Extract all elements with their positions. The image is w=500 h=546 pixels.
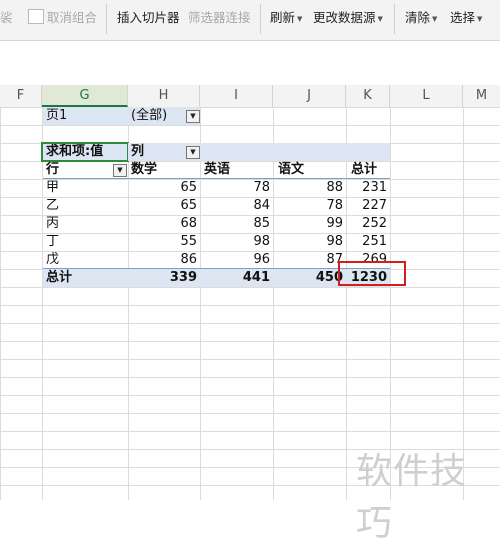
grand-total-cell: 339 [128, 269, 200, 287]
col-header-total: 总计 [351, 162, 378, 177]
table-cell: 78 [253, 180, 270, 195]
clear-button[interactable]: 清除 ▼ [405, 0, 437, 36]
table-cell: 96 [253, 252, 270, 267]
table-cell: 231 [362, 180, 387, 195]
watermark-text: 软件技巧 [356, 451, 468, 544]
chevron-down-icon: ▼ [477, 15, 483, 23]
select-button[interactable]: 选择 ▼ [450, 0, 482, 36]
ribbon-separator [260, 4, 261, 34]
column-header-h[interactable]: H [128, 85, 200, 107]
column-header-l[interactable]: L [390, 85, 463, 107]
column-header-g[interactable]: G [42, 85, 128, 107]
highlight-box [338, 261, 406, 286]
chevron-down-icon: ▼ [432, 15, 438, 23]
row-label: 甲 [46, 180, 60, 195]
row-label: 丁 [46, 234, 60, 249]
table-cell: 252 [362, 216, 387, 231]
chevron-down-icon: ▼ [297, 15, 303, 23]
table-cell: 78 [326, 198, 343, 213]
row-label: 戊 [46, 252, 60, 267]
column-header-bar: F G H I J K L M [0, 85, 500, 108]
grand-total-cell: 441 [200, 269, 273, 287]
table-cell: 86 [180, 252, 197, 267]
column-header-i[interactable]: I [200, 85, 273, 107]
table-cell: 65 [180, 180, 197, 195]
page-filter-dropdown-icon[interactable]: ▼ [186, 110, 200, 123]
chevron-down-icon: ▼ [377, 15, 383, 23]
filter-connections-button[interactable]: 筛选器连接 [188, 0, 251, 36]
column-header-j[interactable]: J [273, 85, 346, 107]
active-cell-outline [41, 142, 129, 162]
ribbon-toolbar: 裟 取消组合 插入切片器 筛选器连接 刷新 ▼ 更改数据源 ▼ 清除 ▼ 选择 ▼ [0, 0, 500, 41]
col-header-math: 数学 [131, 162, 158, 177]
table-cell: 88 [326, 180, 343, 195]
column-header-m[interactable]: M [463, 85, 500, 107]
gridline [346, 107, 347, 500]
table-cell: 227 [362, 198, 387, 213]
gridline [273, 107, 274, 500]
ribbon-separator [106, 4, 107, 34]
gridline [200, 107, 201, 500]
grand-total-label: 总计 [43, 269, 128, 287]
refresh-button[interactable]: 刷新 ▼ [270, 0, 302, 36]
row-filter-dropdown-icon[interactable]: ▼ [113, 164, 127, 177]
change-data-source-button[interactable]: 更改数据源 ▼ [313, 0, 383, 36]
table-cell: 65 [180, 198, 197, 213]
insert-slicer-button[interactable]: 插入切片器 [117, 0, 180, 36]
ribbon-separator [394, 4, 395, 34]
table-cell: 84 [253, 198, 270, 213]
ungroup-button[interactable]: 取消组合 [28, 0, 97, 36]
col-header-chinese: 语文 [278, 162, 305, 177]
table-cell: 87 [326, 252, 343, 267]
partial-ribbon-item[interactable]: 裟 [0, 0, 13, 36]
column-header-k[interactable]: K [346, 85, 390, 107]
table-cell: 251 [362, 234, 387, 249]
table-cell: 85 [253, 216, 270, 231]
ungroup-icon [28, 9, 44, 24]
formula-bar-area[interactable] [0, 41, 500, 86]
row-label: 乙 [46, 198, 60, 213]
column-filter-dropdown-icon[interactable]: ▼ [186, 146, 200, 159]
col-header-english: 英语 [204, 162, 231, 177]
table-cell: 98 [326, 234, 343, 249]
table-cell: 99 [326, 216, 343, 231]
row-label: 丙 [46, 216, 60, 231]
column-field-label: 列 [128, 143, 390, 161]
page-filter-label: 页1 [43, 107, 128, 125]
table-cell: 55 [180, 234, 197, 249]
table-cell: 98 [253, 234, 270, 249]
table-cell: 68 [180, 216, 197, 231]
grand-total-cell: 450 [273, 269, 346, 287]
column-header-f[interactable]: F [0, 85, 42, 107]
